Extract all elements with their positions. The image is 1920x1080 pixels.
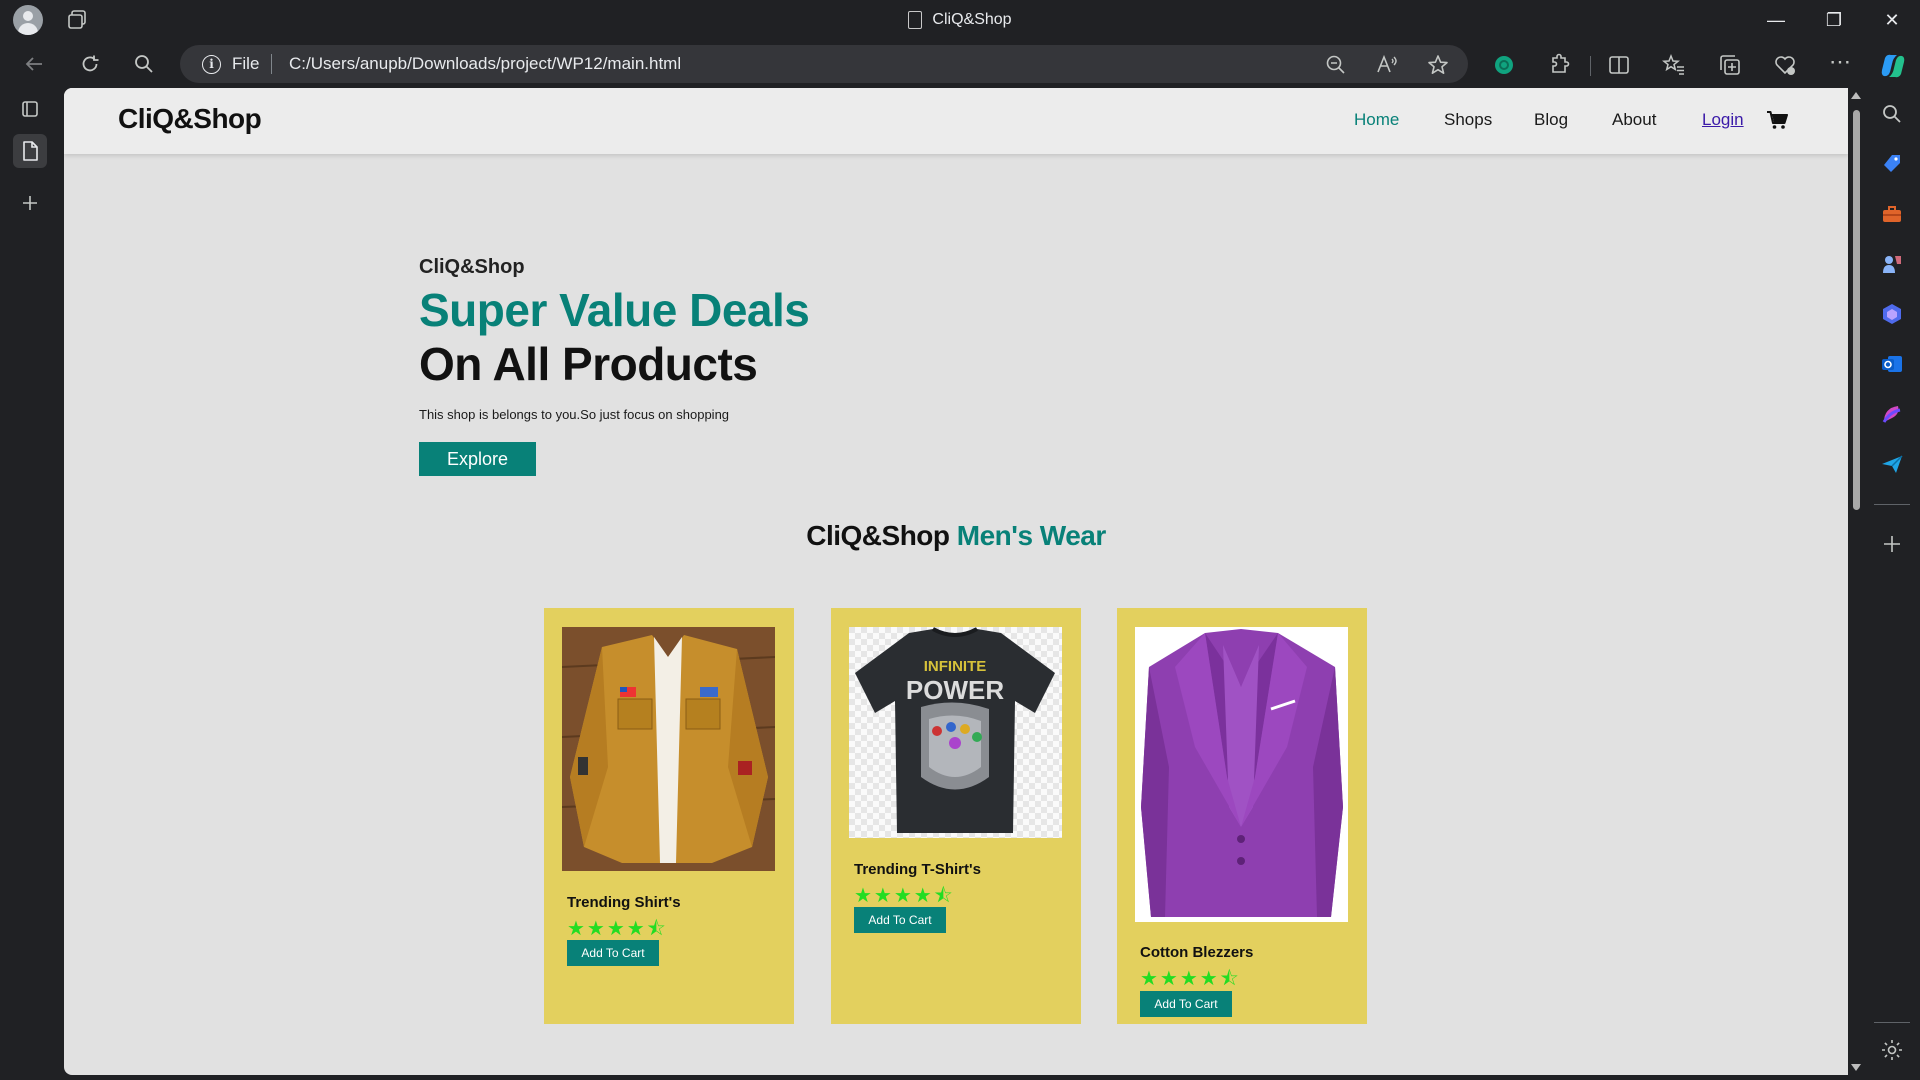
zoom-out-icon[interactable]	[1324, 53, 1348, 77]
site-logo[interactable]: CliQ&Shop	[118, 103, 262, 135]
hero-brand: CliQ&Shop	[419, 256, 525, 278]
reload-icon	[82, 55, 99, 72]
designer-icon[interactable]	[1880, 402, 1904, 426]
tab-actions-button[interactable]	[13, 92, 47, 126]
browser-toolbar: i File C:/Users/anupb/Downloads/project/…	[0, 40, 1920, 88]
product-image-shirt[interactable]	[562, 627, 775, 871]
shirt-image	[562, 627, 775, 871]
split-screen-icon[interactable]	[1605, 51, 1633, 79]
hero-headline-2: On All Products	[419, 338, 758, 390]
new-tab-button[interactable]	[13, 186, 47, 220]
section-title-accent: Men's Wear	[956, 520, 1106, 551]
address-scheme-label[interactable]: File	[232, 54, 259, 74]
site-header: CliQ&Shop Home Shops Blog About Login	[64, 88, 1848, 154]
add-to-cart-button[interactable]: Add To Cart	[854, 907, 946, 933]
browser-essentials-icon[interactable]	[1771, 51, 1799, 79]
section-title-brand: CliQ&Shop	[806, 520, 950, 551]
microsoft-365-icon[interactable]	[1880, 302, 1904, 326]
scrollbar-thumb[interactable]	[1853, 110, 1860, 510]
product-name: Trending Shirt's	[567, 894, 681, 911]
profile-avatar-icon[interactable]	[13, 5, 43, 35]
back-arrow-icon	[25, 57, 42, 71]
vertical-tabs-strip	[0, 88, 64, 1080]
drop-send-icon[interactable]	[1880, 452, 1904, 476]
collections-icon[interactable]	[1716, 51, 1744, 79]
edge-sidebar	[1864, 88, 1920, 1080]
favorites-icon[interactable]	[1660, 51, 1688, 79]
product-card[interactable]: INFINITE POWER Trending T-Shirt's ★★★★⯪ …	[831, 608, 1081, 1024]
page-scrollbar[interactable]	[1848, 88, 1864, 1075]
close-button[interactable]: ✕	[1864, 0, 1920, 40]
product-card[interactable]: Trending Shirt's ★★★★⯪ Add To Cart	[544, 608, 794, 1024]
sidebar-add-icon[interactable]	[1880, 532, 1904, 556]
shopping-cart-icon[interactable]	[1766, 110, 1788, 130]
explore-button[interactable]: Explore	[419, 442, 536, 476]
minimize-button[interactable]: —	[1748, 0, 1804, 40]
scroll-down-arrow-icon[interactable]	[1851, 1064, 1861, 1071]
browser-title-bar: CliQ&Shop — ❐ ✕	[0, 0, 1920, 40]
tab-main-html[interactable]	[13, 134, 47, 168]
add-to-cart-button[interactable]: Add To Cart	[567, 940, 659, 966]
outlook-icon[interactable]	[1880, 352, 1904, 376]
product-name: Trending T-Shirt's	[854, 861, 981, 878]
workspaces-icon[interactable]	[66, 9, 88, 31]
reload-button[interactable]	[74, 48, 106, 80]
tshirt-print-text: INFINITE	[924, 658, 987, 675]
product-name: Cotton Blezzers	[1140, 944, 1254, 961]
hero-tagline: This shop is belongs to you.So just focu…	[419, 407, 730, 422]
tshirt-print-text-2: POWER	[906, 675, 1004, 705]
nav-blog[interactable]: Blog	[1534, 110, 1568, 130]
plus-icon	[23, 196, 37, 210]
product-image-tshirt[interactable]: INFINITE POWER	[849, 627, 1062, 838]
window-title-text: CliQ&Shop	[932, 11, 1012, 28]
restore-button[interactable]: ❐	[1806, 0, 1862, 40]
section-title: CliQ&Shop Men's Wear	[64, 520, 1848, 552]
document-icon	[908, 11, 923, 29]
sidebar-divider	[1874, 1022, 1910, 1023]
back-button[interactable]	[18, 48, 50, 80]
page-viewport: CliQ&Shop Home Shops Blog About Login Cl…	[64, 88, 1848, 1075]
tab-actions-icon	[22, 101, 38, 117]
product-image-blazer[interactable]	[1135, 627, 1348, 922]
tools-briefcase-icon[interactable]	[1880, 202, 1904, 226]
info-icon[interactable]: i	[202, 55, 221, 74]
games-icon[interactable]	[1880, 252, 1904, 276]
add-to-cart-button[interactable]: Add To Cart	[1140, 991, 1232, 1017]
hero-headline-1: Super Value Deals	[419, 284, 810, 336]
settings-menu-icon[interactable]: ⋯	[1826, 51, 1854, 79]
address-separator	[271, 54, 272, 74]
window-title: CliQ&Shop	[0, 0, 1920, 40]
sidebar-search-icon[interactable]	[1880, 102, 1904, 126]
nav-shops[interactable]: Shops	[1444, 110, 1492, 130]
document-tab-icon	[23, 141, 38, 161]
search-button[interactable]	[128, 48, 160, 80]
sidebar-divider	[1874, 504, 1910, 505]
read-aloud-icon[interactable]	[1375, 53, 1399, 77]
sidebar-settings-gear-icon[interactable]	[1880, 1038, 1904, 1062]
tshirt-image: INFINITE POWER	[849, 627, 1062, 838]
product-card[interactable]: Cotton Blezzers ★★★★⯪ Add To Cart	[1117, 608, 1367, 1024]
toolbar-divider	[1590, 56, 1591, 76]
shopping-tag-icon[interactable]	[1880, 152, 1904, 176]
scroll-up-arrow-icon[interactable]	[1851, 92, 1861, 99]
nav-about[interactable]: About	[1612, 110, 1656, 130]
chatgpt-extension-icon[interactable]	[1490, 51, 1518, 79]
search-icon	[135, 55, 153, 73]
blazer-image	[1135, 627, 1348, 922]
nav-login[interactable]: Login	[1702, 110, 1744, 130]
address-url[interactable]: C:/Users/anupb/Downloads/project/WP12/ma…	[289, 54, 681, 74]
favorite-star-icon[interactable]	[1426, 53, 1450, 77]
address-bar[interactable]: i File C:/Users/anupb/Downloads/project/…	[180, 45, 1468, 83]
nav-home[interactable]: Home	[1354, 110, 1399, 130]
extensions-icon[interactable]	[1544, 51, 1572, 79]
copilot-icon[interactable]	[1877, 50, 1909, 82]
